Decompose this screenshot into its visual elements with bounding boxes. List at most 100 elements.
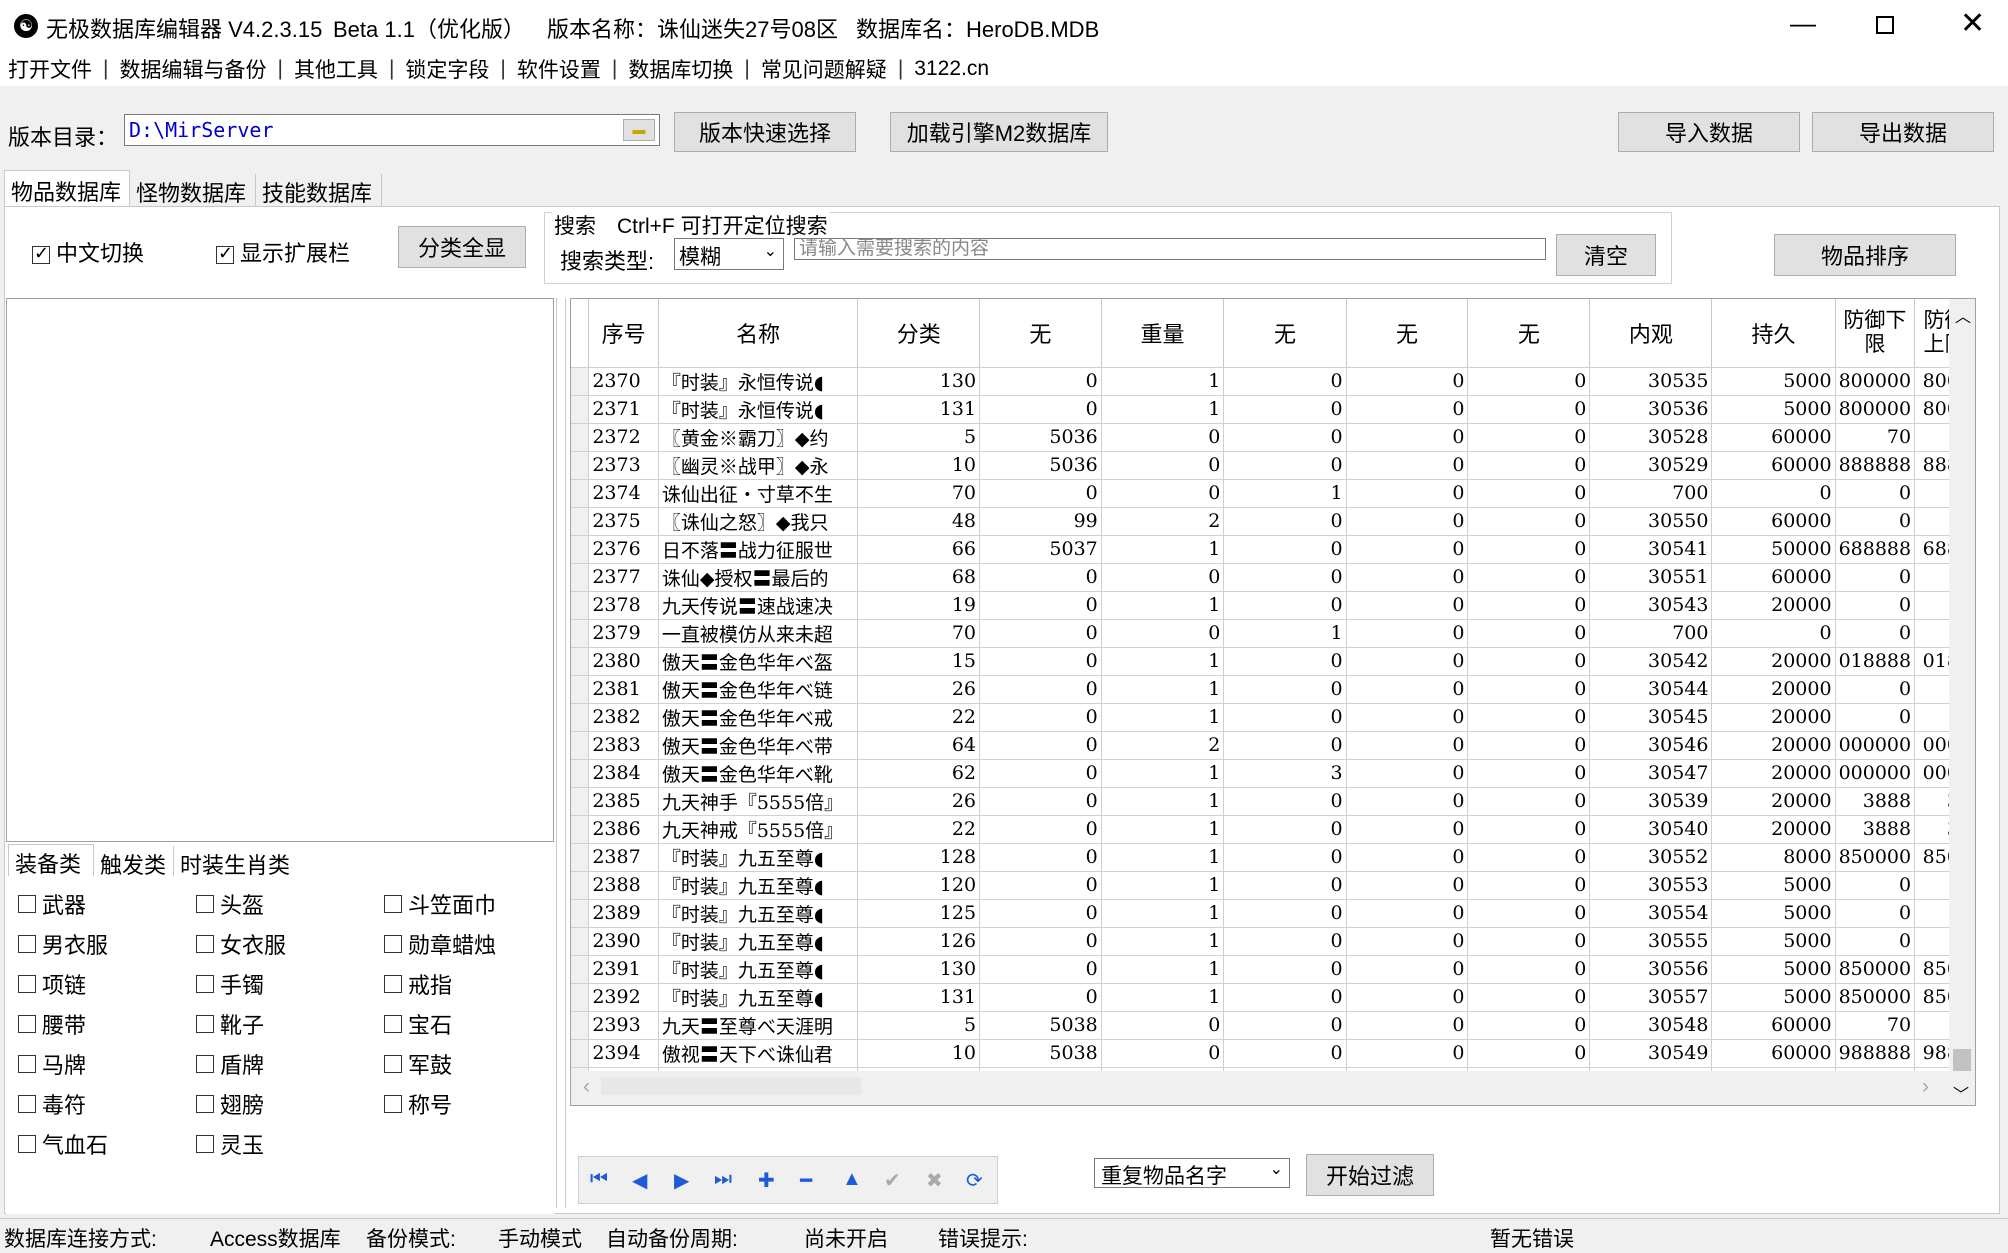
table-row[interactable]: 2384 傲天〓金色华年べ靴 62 0 1 3 0 0 30547 20000 000000 0000 xyxy=(571,759,1975,788)
quick-select-button[interactable]: 版本快速选择 xyxy=(674,112,856,152)
table-cell[interactable]: 2373 xyxy=(588,451,659,480)
table-cell[interactable]: 1 xyxy=(1101,703,1225,732)
table-cell[interactable]: 0 xyxy=(1711,479,1836,508)
table-cell[interactable]: 0 xyxy=(1223,955,1347,984)
table-cell[interactable]: 2377 xyxy=(588,563,659,592)
table-cell[interactable]: 19 xyxy=(857,591,981,620)
table-cell[interactable]: 0 xyxy=(979,675,1102,704)
table-cell[interactable]: 0 xyxy=(1223,1039,1347,1068)
table-cell[interactable]: 700 xyxy=(1589,479,1713,508)
table-cell[interactable]: 0 xyxy=(1467,731,1591,760)
table-cell[interactable]: 一直被模仿从来未超 xyxy=(658,619,859,648)
table-cell[interactable]: 5000 xyxy=(1711,983,1836,1012)
table-cell[interactable]: 30541 xyxy=(1589,535,1713,564)
table-cell[interactable]: 0 xyxy=(1346,871,1469,900)
table-cell[interactable]: 诛仙◆授权〓最后的 xyxy=(658,563,859,592)
row-indicator[interactable] xyxy=(571,703,590,732)
table-cell[interactable]: 傲天〓金色华年べ戒 xyxy=(658,703,859,732)
table-cell[interactable]: 1 xyxy=(1101,787,1225,816)
table-cell[interactable]: 800000 xyxy=(1835,367,1916,396)
table-cell[interactable]: 0 xyxy=(1467,535,1591,564)
table-cell[interactable]: 22 xyxy=(857,815,981,844)
table-cell[interactable]: 2378 xyxy=(588,591,659,620)
table-row[interactable]: 2373 〖幽灵※战甲〗◆永 10 5036 0 0 0 0 30529 60000 888888 8… xyxy=(571,451,1975,480)
table-row[interactable]: 2393九天〓至尊べ天涯明5503800003054860000702 xyxy=(571,1011,1975,1040)
table-cell[interactable]: 0 xyxy=(1346,619,1469,648)
table-cell[interactable]: 0 xyxy=(1835,507,1916,536)
table-cell[interactable]: 66 xyxy=(857,535,981,564)
table-cell[interactable]: 0 xyxy=(979,647,1102,676)
table-cell[interactable]: 0 xyxy=(1467,395,1591,424)
table-cell[interactable]: 0 xyxy=(1101,479,1225,508)
table-cell[interactable]: 『时装』九五至尊◖ xyxy=(658,927,859,956)
table-cell[interactable]: 26 xyxy=(857,675,981,704)
table-cell[interactable]: 0 xyxy=(1346,843,1469,872)
table-cell[interactable]: 傲视〓天下べ诛仙君 xyxy=(658,1039,859,1068)
scroll-down-icon[interactable]: ﹀ xyxy=(1953,1081,1969,1105)
table-cell[interactable]: 70 xyxy=(1835,1011,1916,1040)
table-cell[interactable]: 2387 xyxy=(588,843,659,872)
table-cell[interactable]: 688888 xyxy=(1835,535,1916,564)
row-indicator[interactable] xyxy=(571,591,590,620)
tab-trigger[interactable]: 触发类 xyxy=(96,846,174,878)
table-cell[interactable]: 1 xyxy=(1101,871,1225,900)
table-cell[interactable]: 0 xyxy=(1101,423,1225,452)
splitter[interactable] xyxy=(556,298,566,1208)
table-cell[interactable]: 20000 xyxy=(1711,759,1836,788)
table-cell[interactable]: 0 xyxy=(1346,1011,1469,1040)
table-cell[interactable]: 2370 xyxy=(588,367,659,396)
category-checkbox[interactable]: 灵玉 xyxy=(196,1128,264,1160)
table-cell[interactable]: 〖诛仙之怒〗◆我只 xyxy=(658,507,859,536)
table-cell[interactable]: 1 xyxy=(1101,899,1225,928)
table-cell[interactable]: 傲天〓金色华年べ盔 xyxy=(658,647,859,676)
table-cell[interactable]: 0 xyxy=(1346,927,1469,956)
table-cell[interactable]: 850000 xyxy=(1835,843,1916,872)
table-row[interactable]: 2386九天神戒『5555倍』22010003054020000388838 xyxy=(571,815,1975,844)
table-cell[interactable]: 0 xyxy=(1835,927,1916,956)
row-indicator[interactable] xyxy=(571,843,590,872)
table-cell[interactable]: 九天〓至尊べ天涯明 xyxy=(658,1011,859,1040)
table-cell[interactable]: 130 xyxy=(857,955,981,984)
table-cell[interactable]: 5000 xyxy=(1711,367,1836,396)
table-cell[interactable]: 0 xyxy=(979,731,1102,760)
table-cell[interactable]: 0 xyxy=(1835,703,1916,732)
table-cell[interactable]: 5036 xyxy=(979,423,1102,452)
table-cell[interactable]: 2382 xyxy=(588,703,659,732)
table-cell[interactable]: 1 xyxy=(1101,535,1225,564)
category-checkbox[interactable]: 武器 xyxy=(18,888,86,920)
table-cell[interactable]: 0 xyxy=(979,563,1102,592)
table-cell[interactable]: 1 xyxy=(1101,815,1225,844)
category-checkbox[interactable]: 马牌 xyxy=(18,1048,86,1080)
menu-faq[interactable]: 常见问题解疑 xyxy=(753,54,895,84)
item-grid[interactable]: 序号 名称 分类无重量无无无内观 持久 防御下限 防御上限 2370 『时装』永恒传说◖ 13… xyxy=(570,298,1976,1106)
category-checkbox[interactable]: 手镯 xyxy=(196,968,264,1000)
table-cell[interactable]: 800000 xyxy=(1835,395,1916,424)
table-cell[interactable]: 0 xyxy=(1467,675,1591,704)
menu-open-file[interactable]: 打开文件 xyxy=(0,54,100,84)
dir-input[interactable]: D:\MirServer ▬ xyxy=(124,114,660,146)
table-cell[interactable]: 0 xyxy=(1835,591,1916,620)
table-cell[interactable]: 68 xyxy=(857,563,981,592)
menu-data-edit[interactable]: 数据编辑与备份 xyxy=(111,54,274,84)
table-cell[interactable]: 988888 xyxy=(1835,1039,1916,1068)
table-cell[interactable]: 700 xyxy=(1589,619,1713,648)
table-cell[interactable]: 0 xyxy=(1223,1011,1347,1040)
table-row[interactable]: 2374 诛仙出征・寸草不生 70 0 0 1 0 0 700 0 0 xyxy=(571,479,1975,508)
table-cell[interactable]: 30539 xyxy=(1589,787,1713,816)
table-cell[interactable]: 131 xyxy=(857,395,981,424)
table-cell[interactable]: 0 xyxy=(1223,815,1347,844)
table-cell[interactable]: 0 xyxy=(1101,1011,1225,1040)
table-cell[interactable]: 30545 xyxy=(1589,703,1713,732)
table-cell[interactable]: 0 xyxy=(1835,899,1916,928)
start-filter-button[interactable]: 开始过滤 xyxy=(1306,1154,1434,1196)
table-cell[interactable]: 0 xyxy=(1223,423,1347,452)
tab-items-db[interactable]: 物品数据库 xyxy=(4,170,130,206)
table-cell[interactable]: 0 xyxy=(1223,787,1347,816)
prev-record-icon[interactable]: ◀ xyxy=(632,1168,647,1193)
table-cell[interactable]: 0 xyxy=(1467,619,1591,648)
table-cell[interactable]: 5037 xyxy=(979,535,1102,564)
table-cell[interactable]: 30543 xyxy=(1589,591,1713,620)
table-row[interactable]: 2375 〖诛仙之怒〗◆我只 48 99 2 0 0 0 30550 60000 0 xyxy=(571,507,1975,536)
table-cell[interactable]: 30550 xyxy=(1589,507,1713,536)
table-cell[interactable]: 傲天〓金色华年べ链 xyxy=(658,675,859,704)
